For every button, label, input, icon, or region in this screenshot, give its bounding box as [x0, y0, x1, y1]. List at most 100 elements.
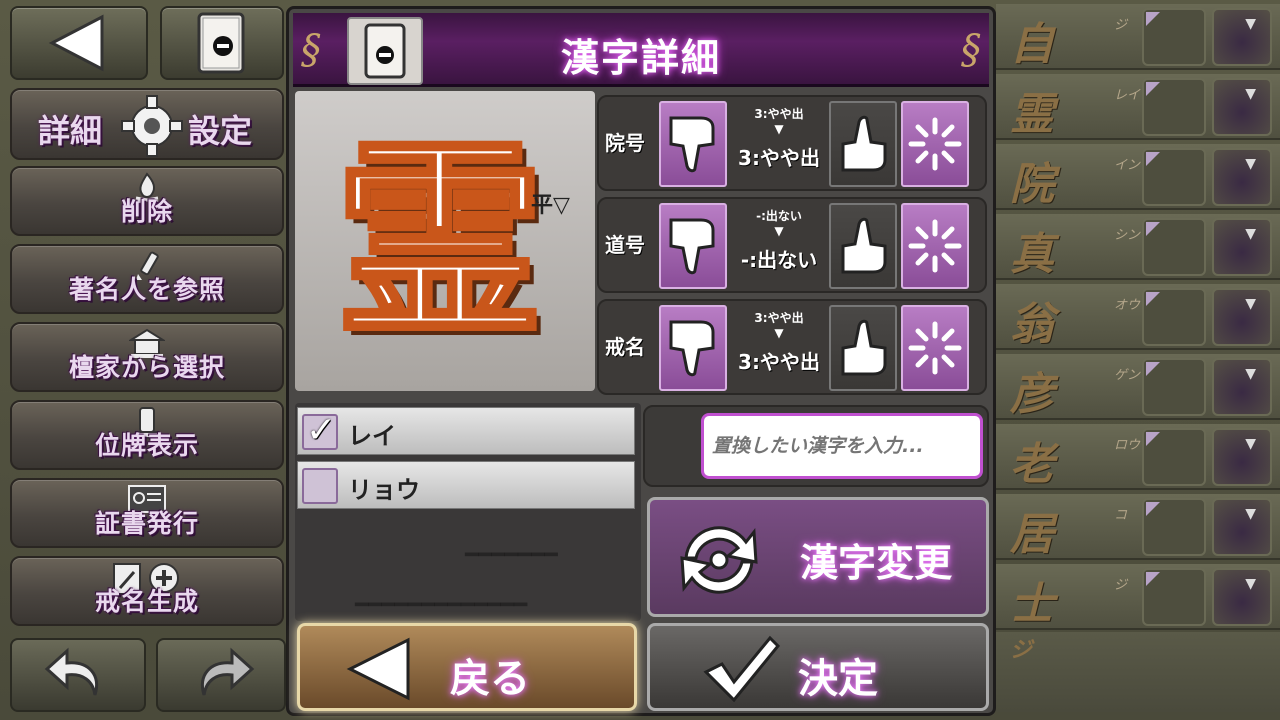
thumbs-down-button[interactable]: [659, 203, 727, 289]
app-root: 詳細 設定 削除 著名人を参照 檀家から選択 位牌表示 証書発行 戒名生成 自 …: [0, 0, 1280, 720]
kanji-list-row[interactable]: 真 シン ▼: [996, 214, 1280, 280]
sidebar-item-ihai[interactable]: 位牌表示: [10, 400, 284, 470]
kanji-list-row[interactable]: 翁 オウ ▼: [996, 284, 1280, 350]
refresh-icon: [680, 526, 758, 594]
kanji-char: 院: [1010, 159, 1054, 210]
sidebar-item-delete[interactable]: 削除: [10, 166, 284, 236]
kanji-edit-box[interactable]: [1142, 148, 1206, 206]
thumbs-up-button[interactable]: [829, 101, 897, 187]
big-kanji: 霊: [333, 117, 547, 364]
kanji-list-row[interactable]: 自 ジ ▼: [996, 4, 1280, 70]
kanji-list-row[interactable]: 老 ロウ ▼: [996, 424, 1280, 490]
kanji-edit-box[interactable]: [1142, 8, 1206, 66]
sidebar-item-certificate[interactable]: 証書発行: [10, 478, 284, 548]
thumbs-up-button[interactable]: [829, 203, 897, 289]
kanji-edit-box[interactable]: [1142, 498, 1206, 556]
swirl-right-icon: §: [961, 27, 981, 73]
sidebar-item-generate[interactable]: 戒名生成: [10, 556, 284, 626]
reading-list-background-text: ━━━━━━━━━━━━━: [355, 593, 528, 618]
ok-label: 決定: [798, 656, 878, 702]
kanji-char: 真: [1010, 229, 1054, 280]
replace-kanji-input[interactable]: [701, 413, 983, 479]
preference-level: 3:やや出 ▼ 3:やや出: [729, 101, 829, 187]
thumbs-down-icon: [669, 320, 715, 377]
kanji-list-row[interactable]: 院 イン ▼: [996, 144, 1280, 210]
kanji-char: 翁: [1010, 299, 1054, 350]
reading-list: ━━━━━━━ ━━━━━━━━━━━━━ ✓ レイリョウ: [295, 403, 641, 621]
detail-label: 詳細: [38, 112, 103, 150]
chevron-down-icon: ▼: [1245, 436, 1256, 452]
kanji-display-panel: 霊 平▽: [295, 91, 595, 391]
sidebar-item-danka[interactable]: 檀家から選択: [10, 322, 284, 392]
preference-current: 3:やや出: [738, 350, 820, 374]
thumbs-down-button[interactable]: [659, 305, 727, 391]
kanji-edit-box[interactable]: [1142, 428, 1206, 486]
burst-icon: [908, 117, 962, 171]
kanji-dropdown[interactable]: ▼: [1212, 218, 1272, 276]
kanji-list-row[interactable]: 士 ジ ▼: [996, 564, 1280, 630]
change-kanji-button[interactable]: 漢字変更: [647, 497, 989, 617]
thumbs-up-icon: [841, 217, 887, 274]
kanji-list-row[interactable]: 彦 ゲン ▼: [996, 354, 1280, 420]
kanji-dropdown[interactable]: ▼: [1212, 428, 1272, 486]
preference-current: -:出ない: [740, 248, 818, 272]
kanji-edit-box[interactable]: [1142, 358, 1206, 416]
gear-icon: [121, 95, 183, 157]
reading-list-background-text: ━━━━━━━: [465, 543, 558, 568]
reading-item[interactable]: ✓ レイ: [297, 407, 635, 455]
detail-settings-button[interactable]: 詳細 設定: [10, 88, 284, 160]
kanji-edit-box[interactable]: [1142, 218, 1206, 276]
tone-selector[interactable]: 平▽: [531, 187, 570, 219]
change-kanji-label: 漢字変更: [800, 541, 953, 585]
reading-checkbox[interactable]: [302, 468, 338, 504]
kanji-dropdown[interactable]: ▼: [1212, 78, 1272, 136]
back-button[interactable]: 戻る: [297, 623, 637, 711]
reset-button[interactable]: [901, 101, 969, 187]
burst-icon: [908, 321, 962, 375]
back-arrow-button[interactable]: [10, 6, 148, 80]
kanji-edit-box[interactable]: [1142, 288, 1206, 346]
kanji-reading: ロウ: [1114, 438, 1141, 453]
reading-text: リョウ: [348, 476, 420, 504]
kanji-reading: シン: [1114, 228, 1141, 243]
chevron-down-icon: ▼: [1245, 296, 1256, 312]
reset-button[interactable]: [901, 305, 969, 391]
kanji-edit-box[interactable]: [1142, 78, 1206, 136]
kanji-dropdown[interactable]: ▼: [1212, 568, 1272, 626]
reading-item[interactable]: リョウ: [297, 461, 635, 509]
arrow-down-icon: ▼: [774, 122, 784, 136]
kanji-char: 士: [1010, 579, 1054, 630]
thumbs-down-button[interactable]: [659, 101, 727, 187]
redo-button[interactable]: [156, 638, 286, 712]
sidebar-item-celebrity[interactable]: 著名人を参照: [10, 244, 284, 314]
preference-row: 院号 3:やや出 ▼ 3:やや出: [597, 95, 987, 191]
sidebar-item-label: 位牌表示: [94, 431, 199, 460]
kanji-dropdown[interactable]: ▼: [1212, 288, 1272, 346]
redo-icon: [201, 647, 255, 696]
checkmark-icon: ✓: [306, 410, 337, 451]
preference-prev: -:出ない: [756, 209, 802, 223]
sidebar-item-label: 証書発行: [94, 509, 199, 538]
kanji-dropdown[interactable]: ▼: [1212, 498, 1272, 556]
sidebar-item-label: 著名人を参照: [68, 275, 225, 304]
reading-checkbox[interactable]: ✓: [302, 410, 338, 451]
chevron-down-icon: ▼: [1245, 16, 1256, 32]
kanji-dropdown[interactable]: ▼: [1212, 148, 1272, 206]
kanji-dropdown[interactable]: ▼: [1212, 8, 1272, 66]
book-icon: [197, 12, 245, 74]
kanji-list-footer: ジ: [996, 632, 1280, 712]
thumbs-up-button[interactable]: [829, 305, 897, 391]
kanji-edit-box[interactable]: [1142, 568, 1206, 626]
kanji-list-row[interactable]: 居 コ ▼: [996, 494, 1280, 560]
book-button[interactable]: [160, 6, 284, 80]
ok-button[interactable]: 決定: [647, 623, 989, 711]
kanji-list-row[interactable]: 霊 レイ ▼: [996, 74, 1280, 140]
reset-button[interactable]: [901, 203, 969, 289]
arrow-down-icon: ▼: [774, 224, 784, 238]
undo-button[interactable]: [10, 638, 146, 712]
kanji-char: 霊: [1010, 89, 1054, 140]
thumbs-up-icon: [841, 115, 887, 172]
kanji-dropdown[interactable]: ▼: [1212, 358, 1272, 416]
sidebar-item-label: 檀家から選択: [68, 353, 225, 382]
kanji-reading: コ: [1114, 508, 1128, 523]
